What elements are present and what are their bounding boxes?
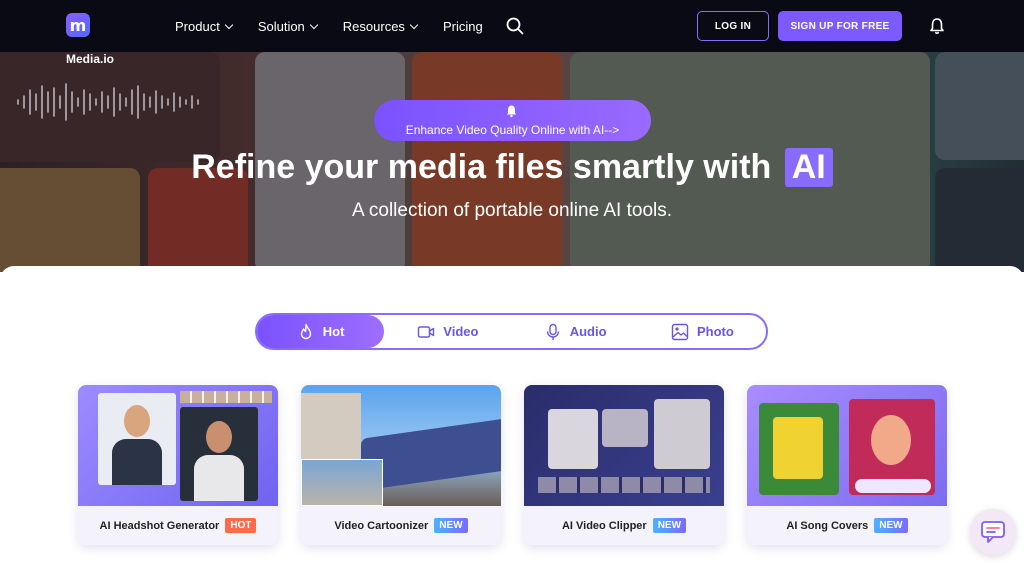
hero-subtitle: A collection of portable online AI tools…	[351, 200, 673, 221]
card-label: AI Headshot Generator HOT	[78, 506, 278, 545]
nav-item-label: Pricing	[442, 18, 483, 34]
card-title: AI Song Covers	[786, 519, 869, 532]
image-icon	[671, 323, 689, 340]
bell-icon[interactable]	[929, 17, 945, 35]
nav-item-label: Product	[175, 18, 220, 34]
tab-label: Audio	[569, 324, 607, 339]
chevron-down-icon	[309, 20, 319, 29]
nav-item-label: Solution	[257, 18, 305, 34]
chevron-down-icon	[409, 20, 419, 29]
tool-card-ai-headshot-generator[interactable]: AI Headshot Generator HOT	[78, 385, 278, 545]
nav-item-product[interactable]: Product	[175, 18, 234, 34]
card-title: AI Video Clipper	[561, 519, 647, 532]
card-title: AI Headshot Generator	[99, 519, 220, 532]
card-label: AI Song Covers NEW	[747, 506, 947, 545]
card-thumbnail	[747, 385, 947, 506]
thumbnail-strip	[180, 391, 272, 403]
tools-panel: Hot Video Audio Photo AI Headshot Genera…	[0, 266, 1024, 576]
card-label: AI Video Clipper NEW	[524, 506, 724, 545]
announcement-pill[interactable]: Enhance Video Quality Online with AI-->	[374, 100, 651, 141]
inset-photo	[301, 459, 383, 506]
tab-video[interactable]: Video	[384, 315, 511, 348]
new-badge: NEW	[434, 518, 468, 533]
tool-card-ai-song-covers[interactable]: AI Song Covers NEW	[747, 385, 947, 545]
headshot-photo	[180, 407, 258, 501]
audio-waveform-icon	[17, 83, 199, 121]
card-label: Video Cartoonizer NEW	[301, 506, 501, 545]
chat-support-button[interactable]	[970, 509, 1016, 555]
hero-title-text: Refine your media files smartly with	[191, 148, 772, 186]
tab-audio[interactable]: Audio	[512, 315, 639, 348]
announcement-text: Enhance Video Quality Online with AI-->	[405, 123, 620, 137]
card-thumbnail	[301, 385, 501, 506]
tab-label: Photo	[696, 324, 734, 339]
chat-bubble-icon	[981, 521, 1005, 543]
top-nav: m Product Solution Resources Pricing LOG…	[0, 0, 1024, 52]
new-badge: NEW	[874, 518, 908, 533]
card-title: Video Cartoonizer	[334, 519, 429, 532]
ai-badge: AI	[784, 148, 833, 187]
clip-frame	[654, 399, 710, 469]
clip-frame	[602, 409, 648, 447]
hero-title: Refine your media files smartly with AI	[0, 148, 1024, 187]
card-thumbnail	[78, 385, 278, 506]
chevron-down-icon	[224, 20, 234, 29]
tool-cards: AI Headshot Generator HOT Video Cartooni…	[78, 385, 947, 545]
voice-pill	[855, 479, 931, 493]
tool-card-ai-video-clipper[interactable]: AI Video Clipper NEW	[524, 385, 724, 545]
brand-name: Media.io	[66, 52, 115, 66]
bell-icon	[506, 105, 517, 118]
flame-icon	[300, 323, 311, 339]
hot-badge: HOT	[225, 518, 257, 533]
media-io-logo-icon[interactable]: m	[66, 13, 90, 37]
tab-label: Hot	[322, 324, 345, 339]
signup-button[interactable]: SIGN UP FOR FREE	[778, 11, 902, 41]
tab-label: Video	[443, 324, 479, 339]
card-thumbnail	[524, 385, 724, 506]
nav-item-pricing[interactable]: Pricing	[443, 19, 483, 34]
new-badge: NEW	[652, 518, 687, 533]
nav-item-solution[interactable]: Solution	[257, 18, 319, 34]
tab-hot[interactable]: Hot	[257, 315, 385, 348]
timeline-strip	[538, 477, 710, 493]
nav-menu: Product Solution Resources Pricing	[175, 0, 483, 52]
clip-frame	[548, 409, 598, 469]
nav-item-label: Resources	[342, 18, 405, 34]
tab-photo[interactable]: Photo	[639, 315, 766, 348]
video-icon	[418, 325, 435, 338]
cartoon-panel	[759, 403, 839, 495]
microphone-icon	[546, 323, 559, 340]
tool-card-video-cartoonizer[interactable]: Video Cartoonizer NEW	[301, 385, 501, 545]
nav-item-resources[interactable]: Resources	[342, 18, 419, 34]
search-icon[interactable]	[506, 17, 524, 35]
login-button[interactable]: LOG IN	[697, 11, 769, 41]
category-tabs: Hot Video Audio Photo	[255, 313, 768, 350]
headshot-photo	[98, 393, 176, 485]
